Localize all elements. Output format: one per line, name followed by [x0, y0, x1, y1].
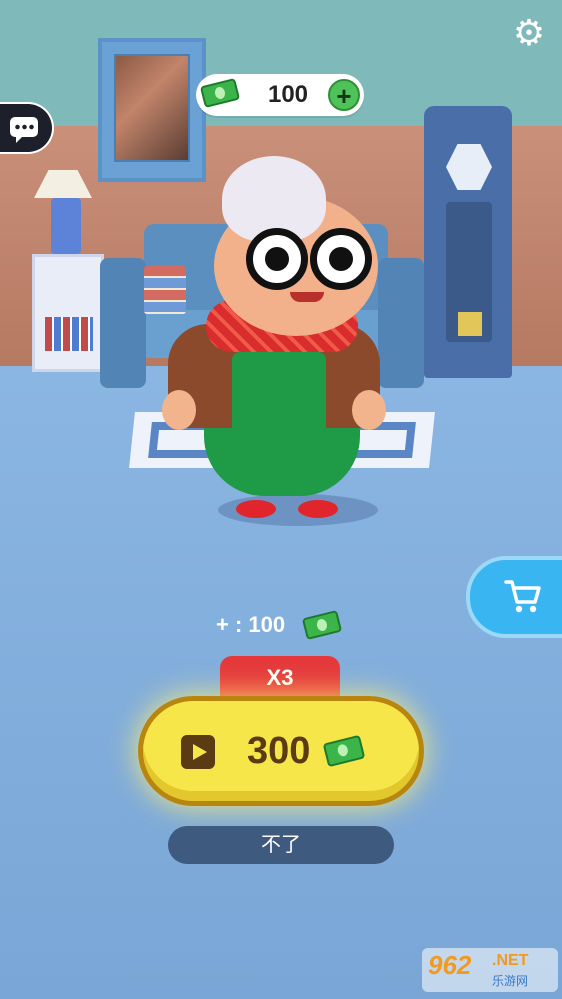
grandfather-clock — [424, 106, 512, 378]
character-dress-front — [232, 352, 326, 442]
left-shoe — [236, 500, 276, 518]
chat-button[interactable] — [0, 102, 54, 154]
portrait-frame — [98, 38, 206, 182]
sofa-arm-left — [100, 258, 146, 388]
money-value: 100 — [267, 81, 309, 108]
multiplier-tag: X3 — [220, 656, 340, 700]
cash-icon — [322, 734, 366, 768]
lamp-base — [51, 198, 81, 254]
base-reward-label: + : 100 — [216, 612, 286, 637]
settings-button[interactable]: ⚙ — [510, 14, 548, 52]
play-video-icon — [181, 735, 215, 769]
watermark-number: 962 — [428, 950, 472, 980]
right-shoe — [298, 500, 338, 518]
ad-reward-amount: 300 — [247, 730, 311, 772]
shop-button[interactable] — [466, 556, 562, 638]
money-counter: 100 + — [196, 74, 364, 116]
sofa-books — [144, 266, 186, 314]
watermark-sub: 乐游网 — [492, 974, 529, 988]
add-money-button[interactable]: + — [328, 79, 360, 111]
character-right-hand — [352, 390, 386, 430]
watch-ad-button[interactable]: 300 — [138, 696, 424, 806]
shelf-books — [45, 317, 93, 351]
cart-icon — [504, 580, 541, 613]
clock-pendulum — [446, 202, 492, 342]
chat-dots — [14, 124, 34, 130]
character-left-hand — [162, 390, 196, 430]
gear-icon: ⚙ — [512, 12, 546, 53]
base-reward: + : 100 — [216, 608, 348, 642]
sofa-arm-right — [378, 258, 424, 388]
cash-icon — [199, 77, 241, 109]
bookshelf — [32, 254, 104, 372]
decline-button[interactable]: 不了 — [168, 826, 394, 864]
portrait-picture — [114, 54, 190, 162]
clock-face — [446, 144, 492, 190]
watermark-net: .NET — [492, 952, 529, 969]
glasses-left-lens — [246, 228, 308, 290]
character-mouth — [290, 292, 324, 302]
glasses-right-lens — [310, 228, 372, 290]
watermark-logo: 962 .NET 乐游网 — [422, 948, 558, 992]
cash-icon — [301, 609, 343, 641]
